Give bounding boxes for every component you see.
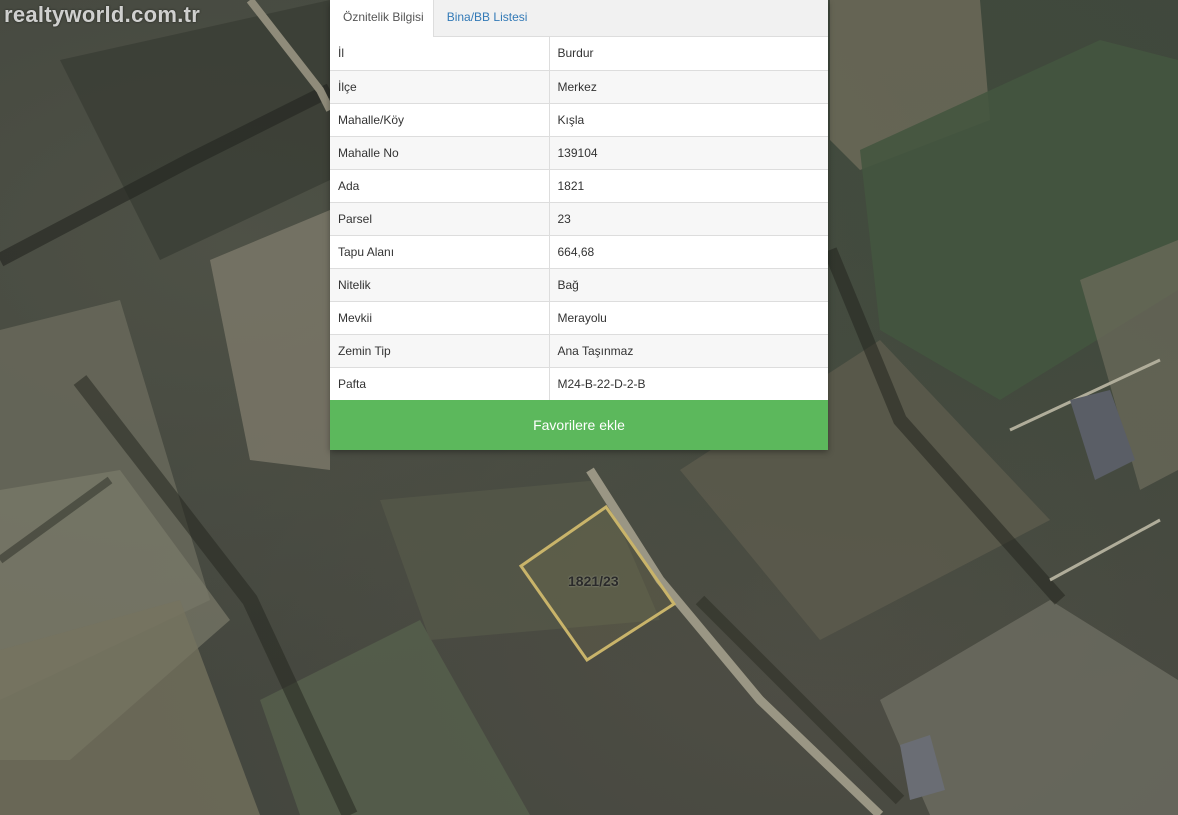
attribute-value: 664,68 [549,234,828,268]
attribute-key: Pafta [330,366,550,400]
attribute-key: Zemin Tip [330,333,550,367]
attribute-value: Bağ [549,267,828,301]
attribute-key: İlçe [330,69,550,103]
table-row: Mevkii Merayolu [330,300,828,334]
attribute-panel: Öznitelik Bilgisi Bina/BB Listesi İl Burd… [330,0,828,450]
attribute-value: M24-B-22-D-2-B [549,366,828,400]
attribute-value: 139104 [549,135,828,169]
add-favorite-button[interactable]: Favorilere ekle [330,400,828,450]
attribute-value: 23 [549,201,828,235]
watermark-text: realtyworld.com.tr [4,2,201,27]
attribute-value: Kışla [549,102,828,136]
attribute-table: İl Burdur İlçe Merkez Mahalle/Köy Kışla Mah… [330,37,828,400]
table-row: Zemin Tip Ana Taşınmaz [330,333,828,367]
table-row: Nitelik Bağ [330,267,828,301]
attribute-key: Mevkii [330,300,550,334]
panel-tabs: Öznitelik Bilgisi Bina/BB Listesi [330,0,828,37]
attribute-value: Merkez [549,69,828,103]
attribute-key: Mahalle/Köy [330,102,550,136]
attribute-value: Burdur [557,46,594,61]
attribute-value: Ana Taşınmaz [549,333,828,367]
table-row: Ada 1821 [330,168,828,202]
table-row: İl Burdur [330,37,828,70]
attribute-value: Merayolu [549,300,828,334]
attribute-key: Mahalle No [330,135,550,169]
table-row: Mahalle No 139104 [330,135,828,169]
attribute-key: Tapu Alanı [330,234,550,268]
parcel-label: 1821/23 [568,573,619,589]
attribute-key: Ada [330,168,550,202]
table-row: Tapu Alanı 664,68 [330,234,828,268]
tab-attribute-info[interactable]: Öznitelik Bilgisi [330,0,434,37]
attribute-key: Nitelik [330,267,550,301]
tab-building-list[interactable]: Bina/BB Listesi [434,0,537,36]
attribute-value: 1821 [549,168,828,202]
table-row: Parsel 23 [330,201,828,235]
table-row: Mahalle/Köy Kışla [330,102,828,136]
attribute-key: Parsel [330,201,550,235]
table-row: Pafta M24-B-22-D-2-B [330,366,828,400]
attribute-key: İl [330,37,550,70]
table-row: İlçe Merkez [330,69,828,103]
